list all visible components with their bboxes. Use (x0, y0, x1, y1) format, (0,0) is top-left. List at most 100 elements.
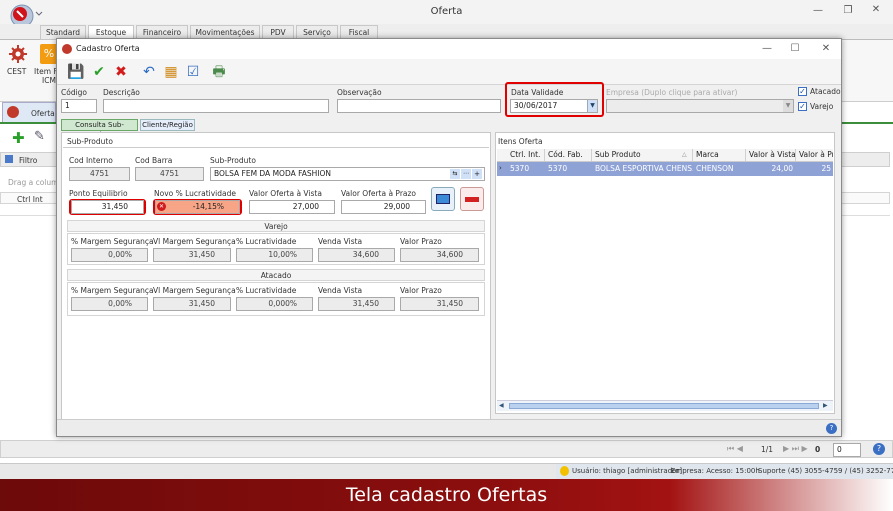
varejo-checkbox[interactable]: ✓ (798, 102, 807, 111)
close-icon[interactable]: ✕ (864, 4, 888, 15)
varejo-margem-pct-input[interactable]: 0,00% (71, 248, 148, 262)
codigo-input[interactable]: 1 (61, 99, 97, 113)
atacado-header: Atacado (67, 269, 485, 281)
pager-bar: ⏮ ◀ 1/1 ▶ ⏭ ▶ 0 0 ? (0, 440, 893, 458)
cod-barra-label: Cod Barra (135, 156, 173, 165)
varejo-header: Varejo (67, 220, 485, 232)
dialog-maximize-icon[interactable]: ☐ (783, 43, 807, 54)
cancel-icon[interactable]: ✖ (111, 62, 131, 82)
valor-prazo-input[interactable]: 29,000 (341, 200, 426, 214)
page-count-a: 0 (815, 445, 821, 454)
valor-vista-label: Valor Oferta à Vista (249, 189, 322, 198)
varejo-margem-vl-input[interactable]: 31,450 (153, 248, 231, 262)
undo-icon[interactable]: ↶ (139, 62, 159, 82)
tab-consulta-sub-produto[interactable]: Consulta Sub-Produto (61, 119, 138, 139)
sub-produto-label: Sub-Produto (210, 156, 256, 165)
codigo-label: Código (61, 88, 88, 97)
observacao-input[interactable] (337, 99, 501, 113)
dialog-toolbar: 💾 ✔ ✖ ↶ ▦ ☑ 🖶 (57, 59, 841, 85)
doc-tab-label: Oferta (31, 109, 55, 118)
dialog-close-icon[interactable]: ✕ (814, 43, 838, 54)
novo-lucratividade-input[interactable]: -14,15% (155, 200, 240, 214)
scrollbar-thumb[interactable] (509, 403, 819, 409)
horizontal-scrollbar[interactable]: ◀ ▶ (497, 400, 833, 411)
atacado-margem-pct-input[interactable]: 0,00% (71, 297, 148, 311)
valor-prazo-label: Valor Oferta à Prazo (341, 189, 417, 198)
ponto-equilibrio-input[interactable]: 31,450 (71, 200, 144, 214)
varejo-label: Varejo (810, 102, 834, 111)
lookup-first-icon[interactable]: ⇆ (450, 169, 460, 179)
grid-icon[interactable]: ▦ (161, 62, 181, 82)
varejo-lucratividade-label: % Lucratividade (236, 237, 297, 246)
col-ctrl-int[interactable]: Ctrl. Int. (507, 149, 545, 161)
atacado-margem-vl-input[interactable]: 31,450 (153, 297, 231, 311)
cell-sub-produto: BOLSA ESPORTIVA CHENS... (595, 164, 693, 173)
valor-vista-input[interactable]: 27,000 (249, 200, 335, 214)
cod-interno-input[interactable]: 4751 (69, 167, 130, 181)
sub-produto-input[interactable]: BOLSA FEM DA MODA FASHION (210, 167, 485, 181)
row-indicator-icon: › (499, 164, 502, 172)
doc-tab-oferta[interactable]: Oferta (2, 102, 56, 122)
restore-icon[interactable]: ❐ (836, 5, 860, 16)
dialog-help-icon[interactable]: ? (826, 423, 837, 434)
page-size-input[interactable]: 0 (833, 443, 861, 457)
atacado-venda-vista-input[interactable]: 31,450 (318, 297, 395, 311)
minimize-icon[interactable]: — (806, 5, 830, 16)
itens-grid-header: Ctrl. Int. Cód. Fab. Sub Produto △ Marca… (497, 149, 833, 162)
help-icon[interactable]: ? (873, 443, 885, 455)
varejo-venda-vista-label: Venda Vista (318, 237, 363, 246)
lookup-add-icon[interactable]: + (472, 169, 482, 179)
cest-icon[interactable] (8, 44, 28, 64)
table-row[interactable]: › 5370 5370 BOLSA ESPORTIVA CHENS... CHE… (497, 162, 833, 176)
cadastro-oferta-dialog: Cadastro Oferta — ☐ ✕ 💾 ✔ ✖ ↶ ▦ ☑ 🖶 Códi… (56, 38, 842, 437)
cest-label: CEST (7, 67, 27, 76)
empresa-label: Empresa (Duplo clique para ativar) (606, 88, 738, 97)
cod-barra-input[interactable]: 4751 (135, 167, 204, 181)
cell-ctrl-int: 5370 (510, 164, 530, 173)
empresa-input[interactable] (606, 99, 794, 113)
edit-icon[interactable]: ✎ (34, 129, 45, 144)
col-cod-fab[interactable]: Cód. Fab. (545, 149, 592, 161)
varejo-valor-prazo-input[interactable]: 34,600 (400, 248, 479, 262)
tab-cliente-regiao[interactable]: Cliente/Região (140, 119, 195, 131)
checklist-icon[interactable]: ☑ (183, 62, 203, 82)
add-item-button[interactable] (431, 187, 455, 211)
cell-marca: CHENSON (696, 164, 734, 173)
cell-valor-vista: 24,00 (771, 164, 793, 173)
scroll-left-icon[interactable]: ◀ (499, 402, 504, 409)
status-support: Suporte (45) 3055-4759 / (45) 3252-7772 (758, 467, 893, 475)
remove-item-button[interactable] (460, 187, 484, 211)
add-icon[interactable]: ✚ (12, 129, 25, 147)
drag-hint: Drag a column (8, 178, 64, 187)
grid-col-ctrl[interactable]: Ctrl Int (17, 195, 43, 204)
caption-banner: Tela cadastro Ofertas (0, 479, 893, 511)
dialog-footer: ? (57, 419, 841, 436)
atacado-lucratividade-input[interactable]: 0,000% (236, 297, 313, 311)
confirm-icon[interactable]: ✔ (89, 62, 109, 82)
empresa-dropdown-icon[interactable]: ▼ (783, 100, 793, 112)
col-sub-produto[interactable]: Sub Produto (592, 149, 693, 161)
dialog-logo-icon (62, 44, 72, 54)
varejo-venda-vista-input[interactable]: 34,600 (318, 248, 395, 262)
lookup-more-icon[interactable]: ⋯ (461, 169, 471, 179)
atacado-margem-vl-label: Vl Margem Segurança (153, 286, 236, 295)
dialog-title-bar: Cadastro Oferta — ☐ ✕ (57, 39, 841, 59)
descricao-input[interactable] (103, 99, 329, 113)
data-validade-input[interactable]: 30/06/2017 (510, 99, 598, 113)
save-icon[interactable]: 💾 (66, 62, 86, 82)
last-page-icon[interactable]: ▶ ⏭ ▶ (783, 444, 808, 454)
dialog-minimize-icon[interactable]: — (755, 43, 779, 54)
col-valor-prazo[interactable]: Valor à Prazo (796, 149, 833, 161)
atacado-checkbox[interactable]: ✓ (798, 87, 807, 96)
oferta-icon (7, 106, 19, 118)
varejo-lucratividade-input[interactable]: 10,00% (236, 248, 313, 262)
col-marca[interactable]: Marca (693, 149, 746, 161)
atacado-valor-prazo-input[interactable]: 31,450 (400, 297, 479, 311)
calendar-dropdown-icon[interactable]: ▼ (587, 100, 597, 112)
first-page-icon[interactable]: ⏮ ◀ (727, 444, 743, 454)
col-valor-vista[interactable]: Valor à Vista (746, 149, 796, 161)
observacao-label: Observação (337, 88, 382, 97)
window-title: Oferta (430, 6, 463, 17)
scroll-right-icon[interactable]: ▶ (823, 402, 828, 409)
print-icon[interactable]: 🖶 (209, 62, 229, 82)
